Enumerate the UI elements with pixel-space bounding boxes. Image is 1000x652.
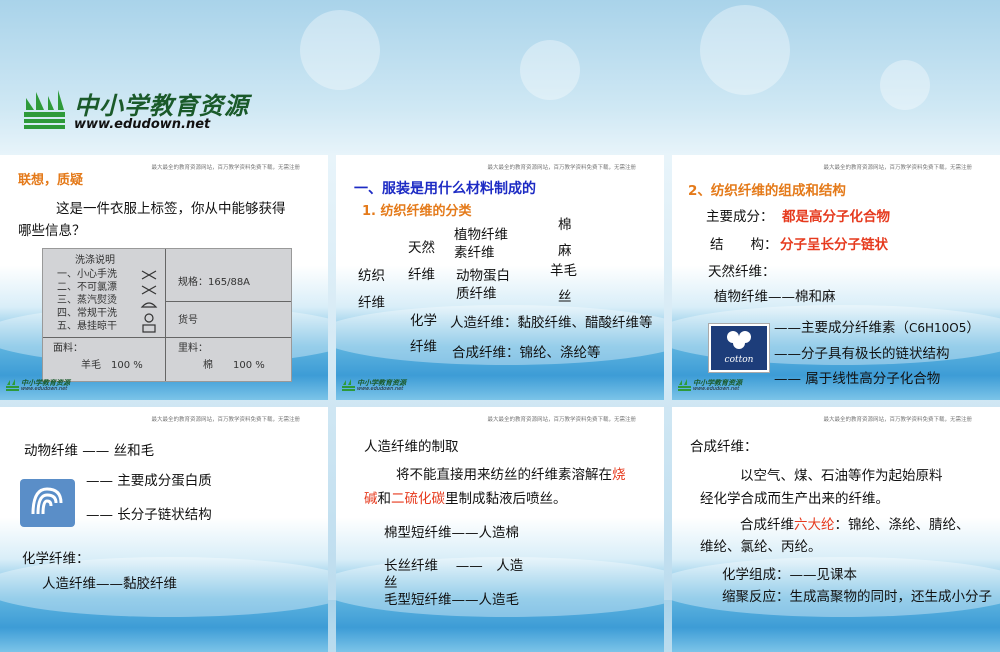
cotton-logo-image: cotton xyxy=(708,323,770,373)
tag-face-value: 羊毛 100 % xyxy=(81,360,143,371)
slide-3[interactable]: 最大最全的教育资源网站，百万教学资料免费下载，无需注册 2、纺织纤维的组成和结构… xyxy=(672,155,1000,400)
list-item: 毛型短纤维——人造毛 xyxy=(384,592,519,608)
category-plant: 素纤维 xyxy=(454,245,495,261)
chemical-fiber-label: 化学纤维： xyxy=(22,551,90,567)
cotton-logo-text: cotton xyxy=(724,355,754,365)
slide-title: 一、服装是用什么材料制成的 xyxy=(354,181,536,197)
books-logo-icon xyxy=(342,379,355,391)
slide-top-note: 最大最全的教育资源网站，百万教学资料免费下载，无需注册 xyxy=(487,165,636,171)
woolmark-icon xyxy=(31,487,63,515)
slide-6[interactable]: 最大最全的教育资源网站，百万教学资料免费下载，无需注册 合成纤维： 以空气、煤、… xyxy=(672,407,1000,652)
category-plant: 植物纤维 xyxy=(454,227,508,243)
paragraph-text: 合成纤维六大纶：锦纶、涤纶、腈纶、 xyxy=(740,517,970,533)
slide-title: 联想，质疑 xyxy=(18,173,84,188)
slide-2[interactable]: 最大最全的教育资源网站，百万教学资料免费下载，无需注册 一、服装是用什么材料制成… xyxy=(336,155,664,400)
category-natural: 天然 xyxy=(408,240,435,256)
slide-4[interactable]: 最大最全的教育资源网站，百万教学资料免费下载，无需注册 动物纤维 —— 丝和毛 … xyxy=(0,407,328,652)
tag-lining-value: 棉 100 % xyxy=(203,360,265,371)
footer-logo-url: www.edudown.net xyxy=(21,386,68,392)
slide-subtitle: 1. 纺织纤维的分类 xyxy=(362,204,472,219)
slide-top-note: 最大最全的教育资源网站，百万教学资料免费下载，无需注册 xyxy=(823,165,972,171)
structure-value: 分子呈长分子链状 xyxy=(780,237,888,253)
category-artificial: 人造纤维：黏胶纤维、醋酸纤维等 xyxy=(450,315,653,331)
slide-title: 合成纤维： xyxy=(690,439,758,455)
tag-item: 五、悬挂晾干 xyxy=(57,321,117,332)
point-text: —— 属于线性高分子化合物 xyxy=(774,371,941,387)
tag-lining-label: 里料： xyxy=(178,343,208,354)
plant-fiber-text: 植物纤维——棉和麻 xyxy=(714,289,836,305)
tag-code: 货号 xyxy=(178,315,198,326)
slide-5[interactable]: 最大最全的教育资源网站，百万教学资料免费下载，无需注册 人造纤维的制取 将不能直… xyxy=(336,407,664,652)
wool-logo-image xyxy=(20,479,75,527)
point-text: —— 长分子链状结构 xyxy=(86,507,212,523)
category-chemical: 化学 xyxy=(410,313,437,329)
tag-item: 三、蒸汽熨烫 xyxy=(57,295,117,306)
fiber-item: 丝 xyxy=(558,289,572,305)
footer-logo-url: www.edudown.net xyxy=(357,386,404,392)
footer-logo-url: www.edudown.net xyxy=(693,386,740,392)
cotton-boll-icon xyxy=(727,331,751,349)
list-item: 棉型短纤维——人造棉 xyxy=(384,525,519,541)
paragraph-text: 碱和二硫化碳里制成黏液后喷丝。 xyxy=(364,491,567,507)
fiber-item: 羊毛 xyxy=(550,263,577,279)
tag-header: 洗涤说明 xyxy=(75,255,115,266)
paragraph-text: 将不能直接用来纺丝的纤维素溶解在烧 xyxy=(396,467,626,483)
point-text: ——分子具有极长的链状结构 xyxy=(774,346,950,362)
paragraph-text: 经化学合成而生产出来的纤维。 xyxy=(700,491,889,507)
slide-title: 人造纤维的制取 xyxy=(364,439,459,455)
paragraph-text: 以空气、煤、石油等作为起始原料 xyxy=(740,468,943,484)
fiber-item: 麻 xyxy=(558,243,572,259)
slide-title: 动物纤维 —— 丝和毛 xyxy=(24,443,155,459)
wave-decoration xyxy=(672,557,1000,617)
category-chemical: 纤维 xyxy=(410,339,437,355)
list-item: 长丝纤维 —— 人造 xyxy=(384,558,524,574)
artificial-fiber-text: 人造纤维——黏胶纤维 xyxy=(42,576,177,592)
list-item: 丝 xyxy=(384,575,398,591)
logo-url[interactable]: www.edudown.net xyxy=(74,117,210,132)
books-logo-icon xyxy=(6,379,19,391)
paragraph-text: 缩聚反应：生成高聚物的同时，还生成小分子 xyxy=(722,589,992,605)
slide-top-note: 最大最全的教育资源网站，百万教学资料免费下载，无需注册 xyxy=(151,165,300,171)
slide-text: 这是一件衣服上标签，你从中能够获得 xyxy=(56,201,286,217)
main-component-label: 主要成分： xyxy=(706,209,774,225)
point-text: ——主要成分纤维素（C6H10O5） xyxy=(774,320,980,336)
tag-item: 一、小心手洗 xyxy=(57,269,117,280)
slide-top-note: 最大最全的教育资源网站，百万教学资料免费下载，无需注册 xyxy=(487,417,636,423)
category-animal: 动物蛋白 xyxy=(456,268,510,284)
books-logo-icon xyxy=(24,90,65,129)
category-textile: 纺织 xyxy=(358,268,385,284)
structure-label: 结 构： xyxy=(710,237,778,253)
category-animal: 质纤维 xyxy=(456,286,497,302)
fiber-item: 棉 xyxy=(558,217,572,233)
paragraph-text: 化学组成：——见课本 xyxy=(722,567,857,583)
books-logo-icon xyxy=(678,379,691,391)
slide-1[interactable]: 最大最全的教育资源网站，百万教学资料免费下载，无需注册 联想，质疑 这是一件衣服… xyxy=(0,155,328,400)
category-textile: 纤维 xyxy=(358,295,385,311)
slide-top-note: 最大最全的教育资源网站，百万教学资料免费下载，无需注册 xyxy=(823,417,972,423)
main-component-value: 都是高分子化合物 xyxy=(782,209,890,225)
category-natural: 纤维 xyxy=(408,267,435,283)
slide-footer-logo: 中小学教育资源 www.edudown.net xyxy=(678,378,742,394)
slide-title: 2、纺织纤维的组成和结构 xyxy=(688,183,846,199)
tag-face-label: 面料： xyxy=(53,343,83,354)
tag-spec: 规格：165/88A xyxy=(178,277,251,288)
clothing-tag-image: 洗涤说明 一、小心手洗 二、不可氯漂 三、蒸汽熨烫 四、常规干洗 五、悬挂晾干 … xyxy=(42,248,292,382)
category-synthetic: 合成纤维：锦纶、涤纶等 xyxy=(452,345,601,361)
paragraph-text: 维纶、氯纶、丙纶。 xyxy=(700,539,822,555)
slide-text: 哪些信息？ xyxy=(18,223,86,239)
slide-footer-logo: 中小学教育资源 www.edudown.net xyxy=(6,378,70,394)
logo-text: 中小学教育资源 xyxy=(74,91,249,120)
page-header: 中小学教育资源 www.edudown.net xyxy=(0,0,1000,150)
tag-item: 二、不可氯漂 xyxy=(57,282,117,293)
slide-footer-logo: 中小学教育资源 www.edudown.net xyxy=(342,378,406,394)
natural-fiber-label: 天然纤维： xyxy=(708,264,776,280)
point-text: —— 主要成分蛋白质 xyxy=(86,473,212,489)
wash-symbols-icon xyxy=(140,270,158,333)
slide-top-note: 最大最全的教育资源网站，百万教学资料免费下载，无需注册 xyxy=(151,417,300,423)
tag-item: 四、常规干洗 xyxy=(57,308,117,319)
